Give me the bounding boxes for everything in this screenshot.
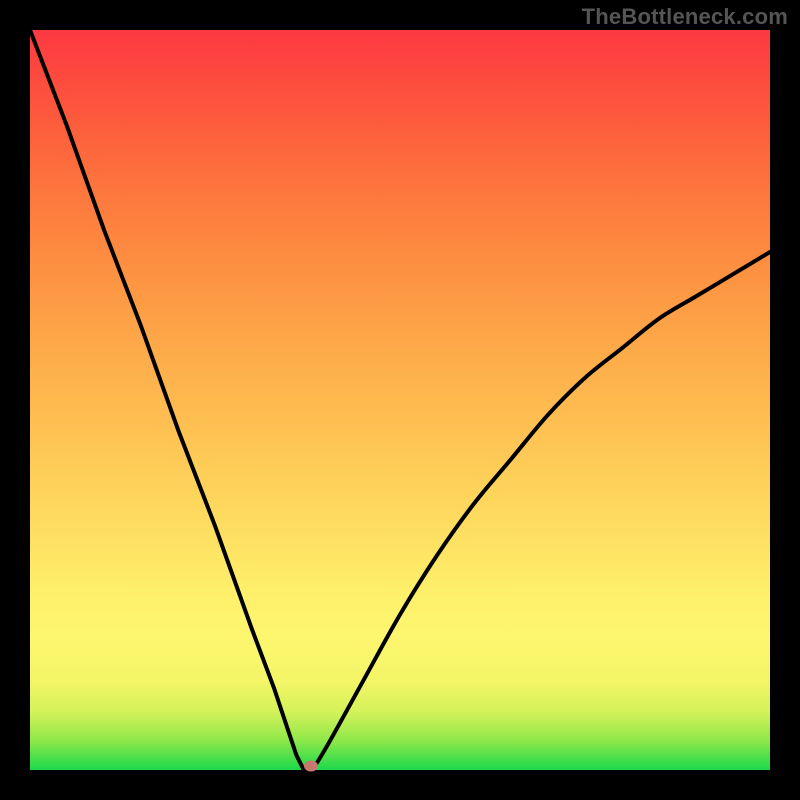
curve-layer — [30, 30, 770, 770]
plot-area — [30, 30, 770, 770]
optimal-point-marker — [304, 761, 318, 772]
bottleneck-curve — [30, 30, 770, 772]
watermark-text: TheBottleneck.com — [582, 4, 788, 30]
chart-frame: TheBottleneck.com — [0, 0, 800, 800]
